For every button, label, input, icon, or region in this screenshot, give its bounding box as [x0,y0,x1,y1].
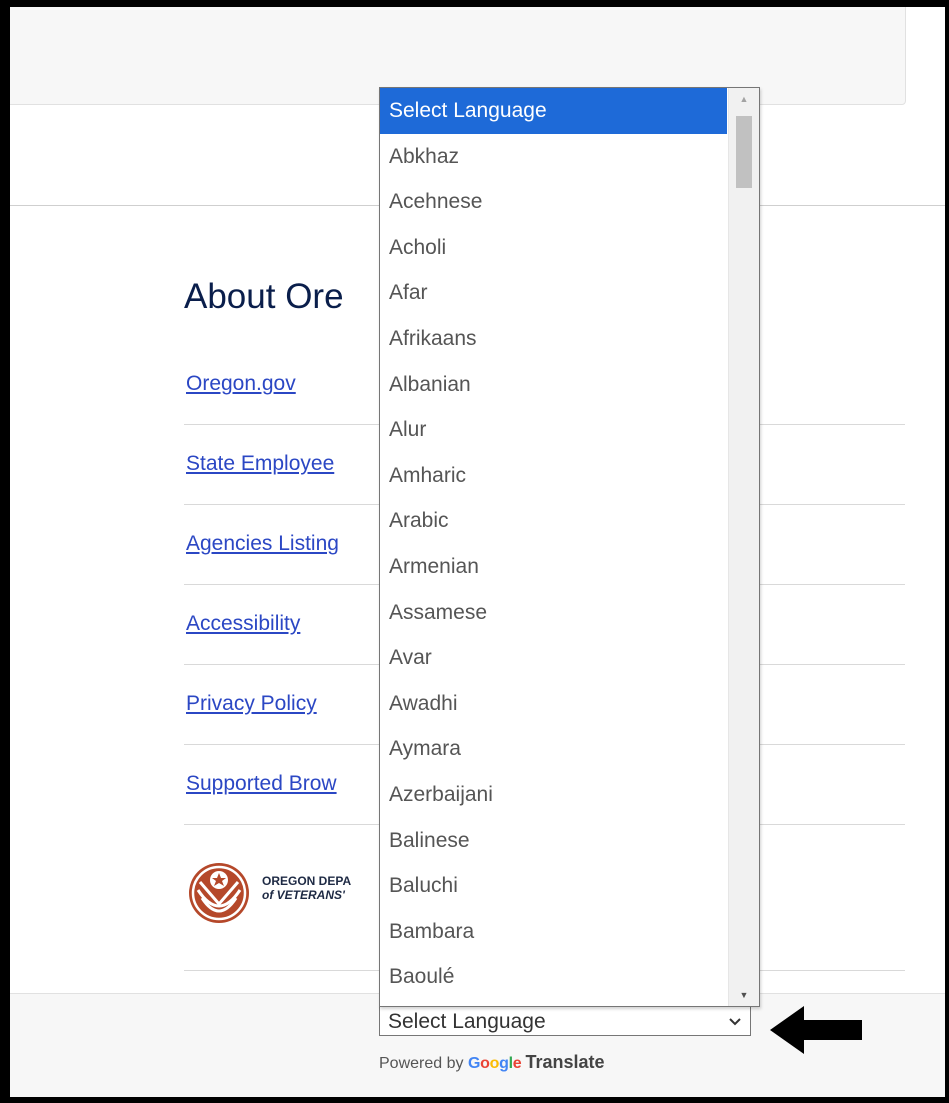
google-letter: g [499,1055,509,1072]
logo-text-line-1: OREGON DEPA [262,874,352,888]
about-heading: About Ore [184,277,344,316]
language-option[interactable]: Acholi [380,225,727,271]
odva-emblem-icon [189,863,249,923]
screenshot-frame: About Ore Oregon.gov State Employee Agen… [0,0,949,1103]
language-option[interactable]: Aymara [380,726,727,772]
language-option[interactable]: Avar [380,635,727,681]
language-option[interactable]: Afar [380,270,727,316]
agencies-listing-link[interactable]: Agencies Listing [186,532,339,556]
language-option[interactable]: Awadhi [380,681,727,727]
language-option[interactable]: Amharic [380,453,727,499]
google-letter: G [467,1055,481,1072]
privacy-policy-link[interactable]: Privacy Policy [186,692,317,716]
chevron-down-icon [728,1010,742,1034]
language-select[interactable]: Select Language [379,1006,751,1036]
accessibility-link[interactable]: Accessibility [186,612,300,636]
language-option[interactable]: Acehnese [380,179,727,225]
odva-logo-text: OREGON DEPA of VETERANS' [262,874,351,902]
scroll-down-arrow-icon[interactable]: ▼ [729,984,759,1006]
language-option[interactable]: Abkhaz [380,134,727,180]
language-option[interactable]: Baoulé [380,954,727,1000]
language-option[interactable]: Bambara [380,909,727,955]
language-option-selected[interactable]: Select Language [380,88,727,134]
google-letter: o [489,1055,500,1072]
powered-by-label: Powered by [379,1055,464,1072]
language-option[interactable]: Arabic [380,498,727,544]
state-employees-link[interactable]: State Employee [186,452,334,476]
supported-browsers-link[interactable]: Supported Brow [186,772,337,796]
language-options: Select Language Abkhaz Acehnese Acholi A… [380,88,727,1000]
powered-by-google-translate: Powered by Google Translate [379,1052,605,1073]
oregon-gov-link[interactable]: Oregon.gov [186,372,296,396]
language-dropdown-list[interactable]: Select Language Abkhaz Acehnese Acholi A… [379,87,760,1007]
language-option[interactable]: Afrikaans [380,316,727,362]
scrollbar-thumb[interactable] [736,116,752,188]
left-arrow-icon [770,1006,862,1054]
translate-label: Translate [525,1052,605,1072]
language-option[interactable]: Assamese [380,590,727,636]
scroll-up-arrow-icon[interactable]: ▲ [729,88,759,110]
google-letter: e [512,1055,522,1072]
language-option[interactable]: Balinese [380,818,727,864]
language-option[interactable]: Azerbaijani [380,772,727,818]
language-option[interactable]: Baluchi [380,863,727,909]
google-logo-link[interactable]: Google [468,1055,526,1072]
language-option[interactable]: Alur [380,407,727,453]
language-option[interactable]: Albanian [380,362,727,408]
logo-text-line-2: of VETERANS' [262,888,345,902]
dropdown-scrollbar[interactable]: ▲ ▼ [728,88,759,1006]
language-option[interactable]: Armenian [380,544,727,590]
language-select-value: Select Language [388,1010,546,1033]
google-letter: o [480,1055,490,1072]
